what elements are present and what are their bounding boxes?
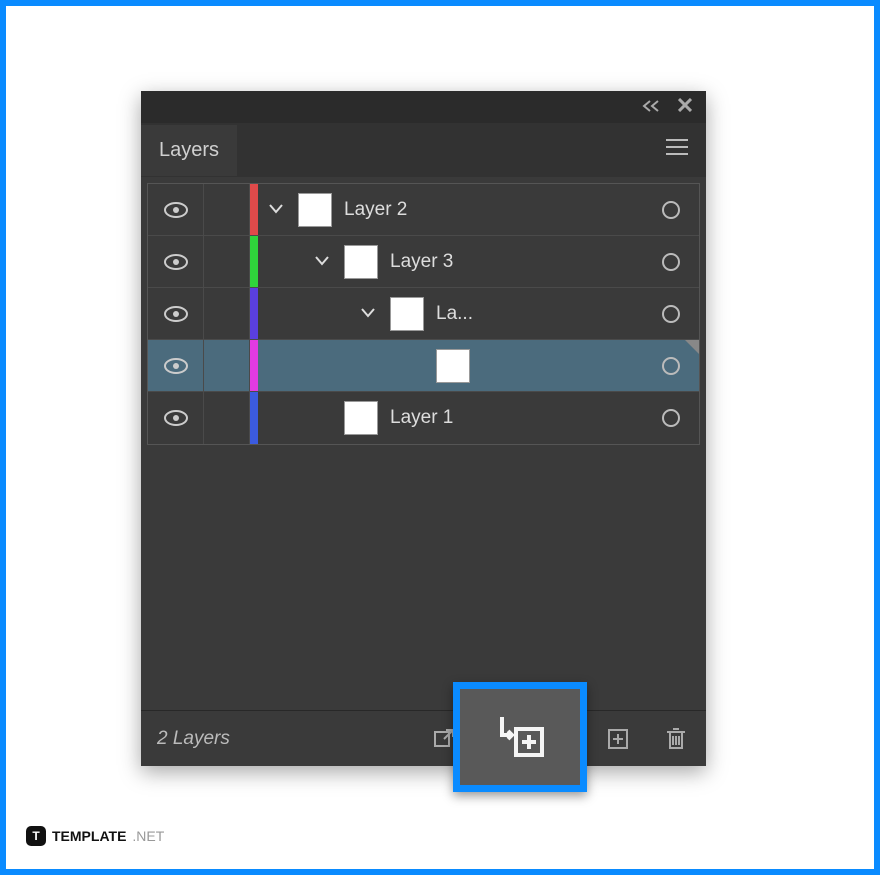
layer-row[interactable]: Layer 3 <box>148 236 699 288</box>
layer-thumbnail[interactable] <box>390 297 424 331</box>
selected-corner-icon <box>685 340 699 354</box>
layer-row[interactable]: Layer 2 <box>148 184 699 236</box>
layer-name[interactable]: La... <box>436 303 473 325</box>
chevron-down-icon[interactable] <box>360 303 378 325</box>
target-button[interactable] <box>643 201 699 219</box>
chevron-down-icon[interactable] <box>314 251 332 273</box>
layer-thumbnail[interactable] <box>344 401 378 435</box>
new-sublayer-icon <box>492 709 548 765</box>
layer-tree-cell: Layer 1 <box>258 401 643 435</box>
layer-row[interactable]: La... <box>148 288 699 340</box>
layers-panel: Layers Layer 2 Layer 3 <box>141 91 706 766</box>
attribution-light: .NET <box>132 828 164 844</box>
layer-color-bar <box>250 392 258 444</box>
layer-thumbnail[interactable] <box>344 245 378 279</box>
layer-color-bar <box>250 184 258 235</box>
layer-name[interactable]: Layer 1 <box>390 407 453 429</box>
layer-row[interactable] <box>148 340 699 392</box>
target-button[interactable] <box>643 253 699 271</box>
delete-icon[interactable] <box>662 725 690 753</box>
target-ring-icon <box>662 201 680 219</box>
panel-footer: 2 Layers <box>141 710 706 766</box>
target-button[interactable] <box>643 409 699 427</box>
panel-menu-icon[interactable] <box>666 139 688 161</box>
layer-tree-cell: La... <box>258 297 643 331</box>
layer-list: Layer 2 Layer 3 La... <box>147 183 700 445</box>
visibility-toggle[interactable] <box>148 236 204 287</box>
highlighted-button[interactable] <box>453 682 587 792</box>
lock-column[interactable] <box>204 340 250 391</box>
panel-topbar <box>141 91 706 123</box>
target-button[interactable] <box>643 357 699 375</box>
panel-header: Layers <box>141 123 706 177</box>
visibility-toggle[interactable] <box>148 392 204 444</box>
layer-thumbnail[interactable] <box>298 193 332 227</box>
lock-column[interactable] <box>204 392 250 444</box>
target-button[interactable] <box>643 305 699 323</box>
lock-column[interactable] <box>204 184 250 235</box>
layer-tree-cell: Layer 3 <box>258 245 643 279</box>
layer-color-bar <box>250 340 258 391</box>
attribution-bold: TEMPLATE <box>52 828 126 844</box>
layer-tree-cell <box>258 349 643 383</box>
layer-name[interactable]: Layer 2 <box>344 199 407 221</box>
layer-color-bar <box>250 236 258 287</box>
layer-count-label: 2 Layers <box>157 728 230 750</box>
attribution-badge-icon: T <box>26 826 46 846</box>
new-layer-icon[interactable] <box>604 725 632 753</box>
visibility-toggle[interactable] <box>148 288 204 339</box>
attribution: T TEMPLATE .NET <box>26 826 164 846</box>
target-ring-icon <box>662 253 680 271</box>
chevron-down-icon[interactable] <box>268 199 286 221</box>
collapse-icon[interactable] <box>642 96 660 118</box>
layer-thumbnail[interactable] <box>436 349 470 383</box>
outer-frame: Layers Layer 2 Layer 3 <box>0 0 880 875</box>
visibility-toggle[interactable] <box>148 340 204 391</box>
target-ring-icon <box>662 409 680 427</box>
target-ring-icon <box>662 305 680 323</box>
layer-row[interactable]: Layer 1 <box>148 392 699 444</box>
layer-name[interactable]: Layer 3 <box>390 251 453 273</box>
layer-color-bar <box>250 288 258 339</box>
close-icon[interactable] <box>678 96 692 118</box>
layer-tree-cell: Layer 2 <box>258 193 643 227</box>
lock-column[interactable] <box>204 288 250 339</box>
visibility-toggle[interactable] <box>148 184 204 235</box>
target-ring-icon <box>662 357 680 375</box>
lock-column[interactable] <box>204 236 250 287</box>
layers-tab[interactable]: Layers <box>141 125 237 176</box>
